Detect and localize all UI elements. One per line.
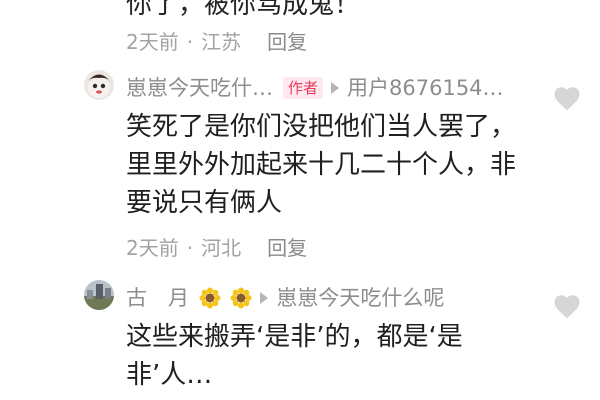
comment-meta: 2天前 · 河北 回复 [126, 232, 307, 261]
comment-time: 2天前 [126, 30, 179, 54]
previous-comment-text: 你了，被你骂成鬼！ [126, 0, 361, 20]
comment-line: 非’人… [126, 360, 213, 390]
comment-header: 崽崽今天吃什… 作者 用户8676154… [126, 72, 504, 102]
username[interactable]: 古 月 [126, 286, 189, 310]
comment-location: 河北 [201, 236, 242, 260]
reply-arrow-icon [260, 292, 269, 304]
comment-line: 里里外外加起来十几二十个人，非 [126, 150, 517, 180]
username[interactable]: 崽崽今天吃什… [126, 76, 273, 100]
comment-time: 2天前 [126, 236, 179, 260]
comment-line: 要说只有俩人 [126, 188, 283, 218]
avatar[interactable] [84, 280, 114, 310]
meta-separator: · [186, 236, 194, 260]
sunflower-icon [199, 287, 221, 309]
reply-arrow-icon [331, 82, 340, 94]
comment-line: 这些来搬弄‘是非’的，都是‘是 [126, 322, 463, 352]
reply-to-username[interactable]: 用户8676154… [347, 76, 504, 100]
comment-header: 古 月 崽崽今天吃什么呢 [126, 282, 444, 312]
reply-button[interactable]: 回复 [267, 30, 307, 54]
meta-separator: · [186, 30, 194, 54]
comment-line: 笑死了是你们没把他们当人罢了， [126, 112, 517, 142]
avatar[interactable] [84, 70, 114, 100]
comment-body: 这些来搬弄‘是非’的，都是‘是 非’人… [126, 318, 463, 394]
reply-to-username[interactable]: 崽崽今天吃什么呢 [276, 286, 444, 310]
like-heart-icon[interactable] [552, 292, 582, 322]
reply-button[interactable]: 回复 [267, 236, 307, 260]
comment-body: 笑死了是你们没把他们当人罢了， 里里外外加起来十几二十个人，非 要说只有俩人 [126, 108, 516, 222]
comment-location: 江苏 [201, 30, 242, 54]
sunflower-icon [230, 287, 252, 309]
previous-comment-meta: 2天前 · 江苏 回复 [126, 26, 307, 55]
like-heart-icon[interactable] [552, 84, 582, 114]
author-badge: 作者 [283, 77, 324, 99]
